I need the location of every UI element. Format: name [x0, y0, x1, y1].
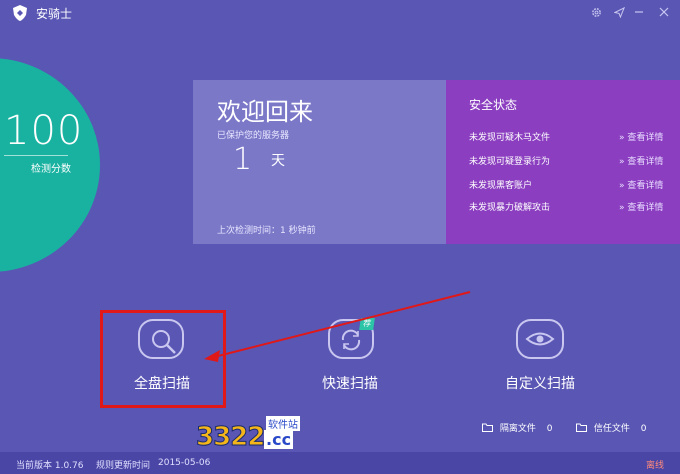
view-details-link[interactable]: » 查看详情 — [619, 130, 663, 143]
paper-plane-icon — [613, 6, 625, 18]
shield-logo-icon — [13, 5, 27, 21]
version-text: 当前版本 1.0.76 — [16, 461, 84, 471]
eye-icon — [516, 319, 564, 359]
welcome-panel: 欢迎回来 已保护您的服务器 1 天 上次检测时间：1 秒钟前 — [193, 80, 446, 244]
minimize-icon — [635, 11, 643, 13]
highlight-box — [100, 310, 226, 408]
rule-update-label: 规则更新时间 — [96, 461, 151, 471]
security-item: 未发现可疑木马文件 — [469, 133, 551, 143]
quarantine-count: 0 — [546, 424, 553, 434]
score-divider — [4, 155, 68, 156]
main-window: 安骑士 100 检测分数 欢迎回来 已保护您的服务器 1 天 上次检测时间：1 … — [0, 0, 680, 474]
settings-button[interactable] — [589, 5, 603, 19]
quick-scan-label: 快速扫描 — [322, 376, 378, 392]
security-item: 未发现黑客账户 — [469, 181, 533, 191]
recommended-badge: 荐 — [359, 318, 375, 330]
welcome-title: 欢迎回来 — [217, 98, 313, 126]
score-label: 检测分数 — [31, 164, 71, 175]
folder-icon — [576, 423, 587, 432]
custom-scan-label: 自定义扫描 — [505, 376, 575, 392]
protected-days-unit: 天 — [271, 153, 285, 169]
watermark-number: 3322 — [195, 422, 265, 453]
close-icon — [659, 7, 669, 17]
close-button[interactable] — [657, 5, 671, 19]
watermark-domain: .cc — [264, 430, 294, 449]
title-bar: 安骑士 — [0, 0, 680, 26]
view-details-link[interactable]: » 查看详情 — [619, 178, 663, 191]
view-details-link[interactable]: » 查看详情 — [619, 154, 663, 167]
trust-label: 信任文件 — [593, 424, 630, 434]
rule-update-date: 2015-05-06 — [158, 458, 211, 468]
quarantine-files[interactable]: 隔离文件 0 — [482, 421, 553, 434]
security-status-title: 安全状态 — [469, 98, 518, 112]
app-title: 安骑士 — [36, 7, 73, 21]
quarantine-label: 隔离文件 — [499, 424, 536, 434]
share-button[interactable] — [612, 5, 626, 19]
security-item: 未发现可疑登录行为 — [469, 157, 551, 167]
security-item: 未发现暴力破解攻击 — [469, 203, 551, 213]
protect-text: 已保护您的服务器 — [217, 131, 290, 141]
score-value: 100 — [4, 108, 84, 154]
security-status-panel: 安全状态 未发现可疑木马文件 » 查看详情 未发现可疑登录行为 » 查看详情 未… — [446, 80, 680, 244]
trusted-files[interactable]: 信任文件 0 — [576, 421, 647, 434]
folder-icon — [482, 423, 493, 432]
offline-status[interactable]: 离线 — [646, 458, 664, 471]
minimize-button[interactable] — [632, 5, 646, 19]
protected-days-value: 1 — [233, 142, 253, 177]
gear-icon — [591, 7, 601, 17]
status-bar: 当前版本 1.0.76 规则更新时间 2015-05-06 离线 — [0, 452, 680, 474]
view-details-link[interactable]: » 查看详情 — [619, 200, 663, 213]
watermark-logo: 3322 软件站 .cc — [195, 416, 316, 456]
last-check-text: 上次检测时间：1 秒钟前 — [217, 226, 316, 236]
watermark-sub: 软件站 — [266, 416, 300, 431]
trust-count: 0 — [640, 424, 647, 434]
